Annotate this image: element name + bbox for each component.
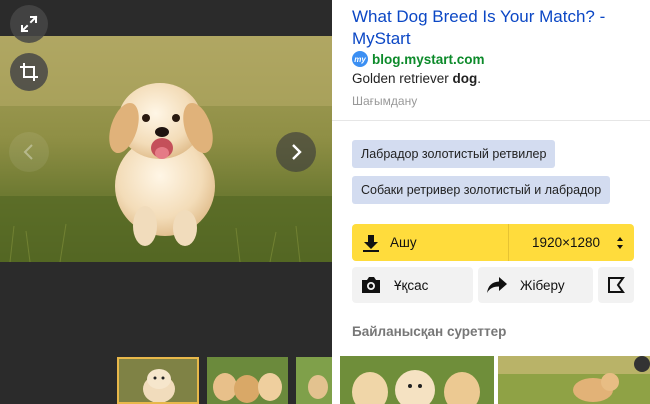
open-button-label: Ашу [390, 235, 417, 250]
bookmark-flag-icon [608, 277, 625, 293]
collections-button[interactable] [598, 267, 634, 303]
related-images-heading: Байланысқан суреттер [352, 324, 507, 339]
snippet-text: Golden retriever [352, 71, 453, 86]
size-value: 1920×1280 [532, 235, 600, 250]
thumbnail-selected[interactable] [117, 357, 199, 404]
share-label: Жіберу [520, 277, 565, 293]
complain-link[interactable]: Шағымдану [352, 94, 417, 108]
crop-icon [20, 63, 38, 81]
thumbnail[interactable] [296, 357, 332, 404]
result-snippet: Golden retriever dog. [352, 71, 481, 86]
previous-image-button[interactable] [9, 132, 49, 172]
download-group: Ашу 1920×1280 [352, 224, 634, 261]
chevron-left-icon [23, 144, 33, 160]
divider [332, 120, 650, 121]
result-title-link[interactable]: What Dog Breed Is Your Match? - MyStart [352, 6, 642, 50]
site-favicon: my [352, 51, 368, 67]
chevron-right-icon [292, 144, 302, 160]
open-button[interactable]: Ашу [352, 224, 509, 261]
thumbnail[interactable] [207, 357, 288, 404]
snippet-end: . [477, 71, 482, 86]
snippet-highlight: dog [452, 71, 478, 86]
download-icon [363, 234, 379, 252]
next-image-button[interactable] [276, 132, 316, 172]
related-image[interactable] [340, 356, 494, 404]
avatar-badge [634, 356, 650, 372]
share-button[interactable]: Жіберу [478, 267, 593, 303]
expand-icon [20, 15, 38, 33]
image-viewer [0, 0, 332, 404]
related-image[interactable] [498, 356, 650, 404]
size-select[interactable]: 1920×1280 [509, 224, 634, 261]
related-tag[interactable]: Лабрадор золотистый ретвилер [352, 140, 556, 168]
similar-button[interactable]: Ұқсас [352, 267, 473, 303]
share-arrow-icon [487, 277, 507, 293]
site-domain: blog.mystart.com [372, 51, 485, 67]
expand-button[interactable] [10, 5, 48, 43]
related-tag[interactable]: Собаки ретривер золотистый и лабрадор [352, 176, 611, 204]
similar-label: Ұқсас [394, 277, 429, 293]
thumbnail-strip [0, 357, 332, 404]
sort-arrows-icon [617, 236, 623, 249]
crop-button[interactable] [10, 53, 48, 91]
camera-icon [362, 277, 380, 293]
site-link[interactable]: my blog.mystart.com [352, 51, 485, 67]
image-info-panel: What Dog Breed Is Your Match? - MyStart … [332, 0, 650, 404]
